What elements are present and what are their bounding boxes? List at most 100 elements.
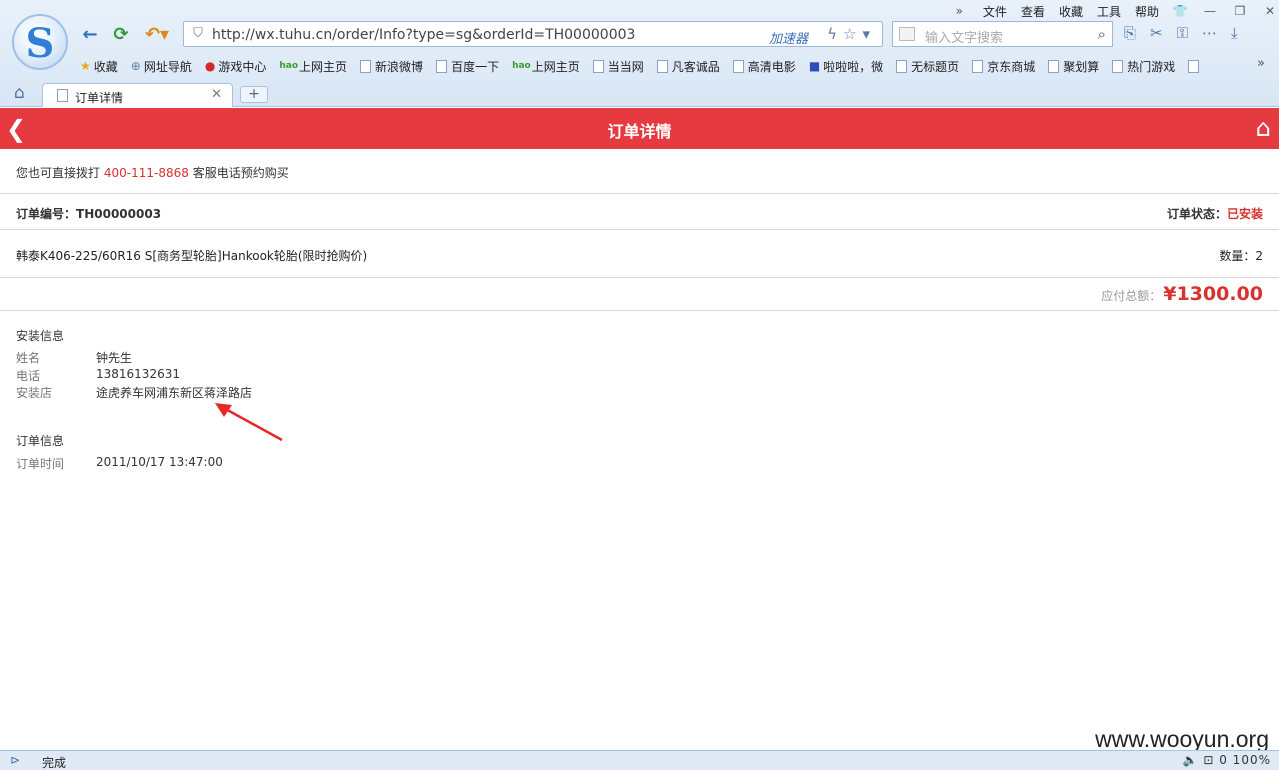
install-section-title: 安装信息 (16, 329, 65, 343)
page-icon (656, 59, 668, 73)
chevron-double-right-icon[interactable]: » (956, 4, 963, 18)
bookmark-hao[interactable]: hao 上网主页 (279, 58, 347, 75)
page-icon (1188, 59, 1200, 73)
menu-help[interactable]: 帮助 (1135, 3, 1159, 20)
minimize-icon[interactable]: — (1201, 4, 1219, 18)
page-icon (1112, 59, 1124, 73)
total-row: 应付总额： ¥1300.00 (0, 278, 1279, 311)
bookmark-dangdang[interactable]: 当当网 (592, 58, 644, 75)
menu-tools[interactable]: 工具 (1097, 3, 1121, 20)
status-badge: 已安装 (1226, 207, 1263, 221)
bookmark-vancl[interactable]: 凡客诚品 (656, 58, 720, 75)
install-name: 姓名 钟先生 (16, 351, 133, 365)
tab-strip: ⌂ 订单详情 ✕ + (0, 81, 1279, 107)
toolbar-icons: ⎘✂⚿⋯⤓ (1124, 24, 1252, 42)
game-icon: ● (204, 59, 216, 73)
address-url[interactable]: http://wx.tuhu.cn/order/Info?type=sg&ord… (212, 27, 635, 43)
download-icon[interactable]: ⤓ (1231, 24, 1252, 42)
page-icon (1048, 59, 1060, 73)
scissors-icon[interactable]: ✂ (1150, 24, 1177, 42)
back-arrow-icon[interactable]: ← (79, 24, 101, 46)
more-icon[interactable]: ⋯ (1202, 24, 1231, 42)
sidebar-toggle-icon[interactable]: ⊳ (10, 753, 20, 767)
call-text: 您也可直接拨打 400-111-8868 客服电话预约购买 (16, 164, 289, 181)
tab-order-details[interactable]: 订单详情 ✕ (42, 83, 233, 107)
page-icon (360, 59, 372, 73)
home-icon[interactable]: ⌂ (1256, 114, 1271, 142)
address-actions[interactable]: ϟ☆▾ (827, 25, 876, 43)
restore-icon[interactable]: ❐ (1231, 4, 1249, 18)
call-row: 您也可直接拨打 400-111-8868 客服电话预约购买 (0, 149, 1279, 194)
globe-icon: ⊕ (130, 59, 141, 73)
bookmarks-bar: ★ 收藏 ⊕ 网址导航 ● 游戏中心 hao 上网主页 新浪微博 百度一下 hao 上网主… (80, 57, 1216, 75)
page-icon (972, 59, 984, 73)
header-bar: ❮ 订单详情 ⌂ (0, 108, 1279, 149)
browser-chrome: S » 文件 查看 收藏 工具 帮助 👕 — ❐ ✕ ← ⟳ ↶▾ ⛉ http… (0, 0, 1279, 107)
paw-icon: ■ (808, 59, 821, 73)
browser-logo: S (12, 14, 68, 70)
page-icon (896, 59, 908, 73)
order-number: 订单编号：TH00000003 (16, 207, 162, 221)
skin-icon[interactable]: 👕 (1171, 4, 1189, 18)
search-icon[interactable]: ⌕ (1098, 25, 1106, 43)
dropdown-icon[interactable]: ▾ (862, 25, 876, 43)
bookmark-weibo[interactable]: 新浪微博 (360, 58, 423, 75)
search-placeholder[interactable]: 输入文字搜索 (925, 27, 1003, 46)
accelerator-button[interactable]: 加速器 (769, 28, 808, 47)
order-info-section-title: 订单信息 (16, 434, 65, 448)
bookmark-juhuasuan[interactable]: 聚划算 (1048, 58, 1099, 75)
search-engine-icon[interactable] (899, 27, 915, 41)
bookmark-favorites[interactable]: ★ 收藏 (80, 58, 118, 75)
bookmarks-more-icon[interactable]: » (1257, 56, 1265, 71)
bookmark-movies[interactable]: 高清电影 (732, 58, 796, 75)
close-window-icon[interactable]: ✕ (1261, 4, 1279, 18)
menu-bar: » 文件 查看 收藏 工具 帮助 👕 — ❐ ✕ (956, 2, 1279, 20)
total-value: ¥1300.00 (1163, 283, 1263, 305)
bookmark-baidu[interactable]: 百度一下 (436, 58, 499, 75)
install-phone: 电话 13816132631 (16, 367, 180, 383)
undo-icon[interactable]: ↶▾ (142, 24, 172, 46)
watermark: www.wooyun.org (1095, 726, 1269, 752)
page-title: 订单详情 (607, 122, 672, 141)
star-icon[interactable]: ☆ (843, 25, 862, 43)
product-row[interactable]: 韩泰K406-225/60R16 S[商务型轮胎]Hankook轮胎(限时抢购价… (0, 230, 1279, 278)
hao-icon: hao (279, 61, 299, 71)
search-box[interactable]: 输入文字搜索 ⌕ (892, 21, 1113, 47)
close-tab-icon[interactable]: ✕ (211, 87, 222, 102)
bookmark-jd[interactable]: 京东商城 (972, 58, 1035, 75)
zoom-indicator[interactable]: 0 100% (1219, 753, 1271, 767)
service-phone-link[interactable]: 400-111-8868 (104, 166, 189, 180)
annotation-arrow (215, 403, 283, 442)
bookmark-hot-games[interactable]: 热门游戏 (1112, 58, 1175, 75)
product-name[interactable]: 韩泰K406-225/60R16 S[商务型轮胎]Hankook轮胎(限时抢购价… (16, 247, 367, 264)
product-quantity: 数量：2 (1219, 249, 1263, 263)
call-prefix: 您也可直接拨打 (16, 166, 101, 180)
menu-favorites[interactable]: 收藏 (1059, 3, 1083, 20)
total-amount: 应付总额： ¥1300.00 (1101, 283, 1263, 305)
bookmark-nav[interactable]: ⊕ 网址导航 (131, 58, 192, 75)
call-suffix: 客服电话预约购买 (192, 166, 289, 180)
status-right: 🔈 ⊡ 0 100% (1183, 753, 1271, 767)
network-icon[interactable]: ⊡ (1203, 753, 1214, 767)
lightning-icon[interactable]: ϟ (827, 25, 843, 43)
bookmark-games[interactable]: ● 游戏中心 (205, 58, 267, 75)
bookmark-hao2[interactable]: hao 上网主页 (512, 58, 580, 75)
refresh-icon[interactable]: ⟳ (110, 24, 132, 46)
new-tab-button[interactable]: + (240, 86, 268, 103)
key-icon[interactable]: ⚿ (1177, 24, 1202, 42)
order-time: 订单时间 2011/10/17 13:47:00 (16, 455, 223, 471)
shield-icon: ⛉ (193, 26, 203, 41)
bookmark-blank[interactable] (1188, 59, 1203, 73)
status-bar: ⊳ 完成 🔈 ⊡ 0 100% (0, 750, 1279, 770)
volume-icon[interactable]: 🔈 (1183, 753, 1199, 767)
bookmark-lalala[interactable]: ■ 啦啦啦，微 (809, 58, 883, 75)
menu-file[interactable]: 文件 (983, 3, 1007, 20)
home-icon[interactable]: ⌂ (14, 83, 25, 103)
page-icon (732, 59, 744, 73)
bookmark-untitled[interactable]: 无标题页 (896, 58, 959, 75)
address-bar[interactable]: ⛉ http://wx.tuhu.cn/order/Info?type=sg&o… (183, 21, 883, 47)
logo-icon: S (25, 20, 55, 67)
page-icon (57, 89, 68, 102)
menu-view[interactable]: 查看 (1021, 3, 1045, 20)
export-icon[interactable]: ⎘ (1124, 24, 1150, 42)
